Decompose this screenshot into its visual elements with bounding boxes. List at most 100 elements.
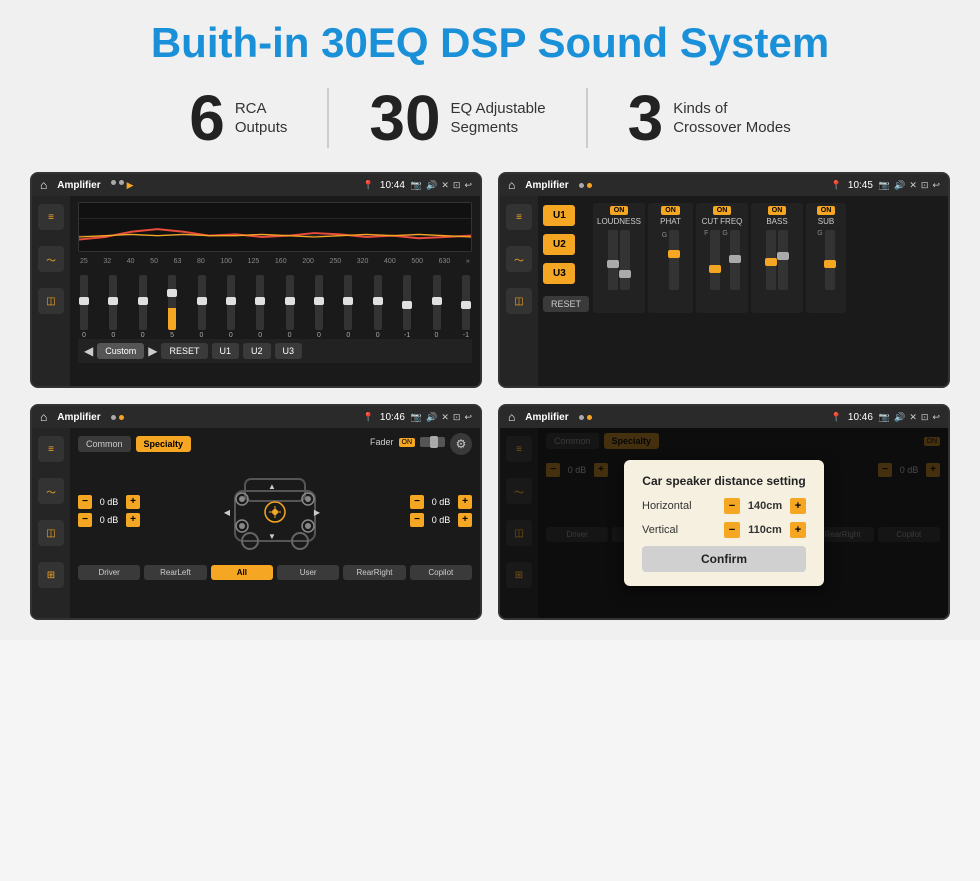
- eq-sidebar-icon-1[interactable]: ≡: [38, 204, 64, 230]
- eq-slider-2[interactable]: 0: [139, 275, 147, 339]
- right-vol2-plus[interactable]: +: [458, 513, 472, 527]
- dialog-title: Car speaker distance setting: [642, 474, 806, 488]
- eq-slider-5[interactable]: 0: [227, 275, 235, 339]
- spec-tab-row: Common Specialty Fader ON ⚙: [78, 433, 472, 455]
- spec-sidebar-icon-3[interactable]: ◫: [38, 520, 64, 546]
- stat-label-crossover: Kinds ofCrossover Modes: [673, 99, 791, 138]
- driver-btn[interactable]: Driver: [78, 565, 140, 580]
- dialog-close-icon: ✕: [909, 412, 917, 423]
- phat-sliders: G: [662, 230, 679, 310]
- phat-slider[interactable]: [669, 230, 679, 290]
- vertical-plus-btn[interactable]: +: [790, 522, 806, 538]
- left-vol2-minus[interactable]: −: [78, 513, 92, 527]
- eq-graph: [78, 202, 472, 252]
- left-vol1-minus[interactable]: −: [78, 495, 92, 509]
- spec-sidebar-icon-2[interactable]: 〜: [38, 478, 64, 504]
- eq-sidebar-icon-2[interactable]: 〜: [38, 246, 64, 272]
- stat-number-crossover: 3: [628, 86, 664, 150]
- cross-reset-btn[interactable]: RESET: [543, 296, 589, 312]
- spec-sidebar-icon-1[interactable]: ≡: [38, 436, 64, 462]
- user-btn[interactable]: User: [277, 565, 339, 580]
- dialog-dot2: [587, 415, 592, 420]
- cross-back-icon: ↩: [932, 180, 940, 191]
- cross-sidebar-icon-1[interactable]: ≡: [506, 204, 532, 230]
- eq-slider-12[interactable]: 0: [433, 275, 441, 339]
- eq-slider-6[interactable]: 0: [256, 275, 264, 339]
- settings-icon[interactable]: ⚙: [450, 433, 472, 455]
- eq-slider-0[interactable]: 0: [80, 275, 88, 339]
- cross-volume-icon: 🔊: [894, 180, 905, 191]
- eq-slider-9[interactable]: 0: [344, 275, 352, 339]
- fader-slider[interactable]: [420, 437, 445, 447]
- sub-slider[interactable]: [825, 230, 835, 290]
- cutfreq-slider-g[interactable]: [730, 230, 740, 290]
- loudness-slider-2[interactable]: [620, 230, 630, 290]
- dialog-camera-icon: 📷: [879, 412, 890, 423]
- screen-specialty: ⌂ Amplifier 📍 10:46 📷 🔊 ✕ ⊡ ↩: [30, 404, 482, 620]
- eq-time: 10:44: [380, 180, 405, 191]
- copilot-btn[interactable]: Copilot: [410, 565, 472, 580]
- eq-app-name: Amplifier: [57, 180, 100, 191]
- eq-slider-13[interactable]: -1: [462, 275, 470, 339]
- u2-btn[interactable]: U2: [243, 343, 271, 359]
- eq-slider-7[interactable]: 0: [286, 275, 294, 339]
- bass-slider-1[interactable]: [766, 230, 776, 290]
- right-vol1-minus[interactable]: −: [410, 495, 424, 509]
- eq-slider-1[interactable]: 0: [109, 275, 117, 339]
- u3-btn[interactable]: U3: [275, 343, 303, 359]
- cutfreq-slider-f[interactable]: [710, 230, 720, 290]
- cross-close-icon: ✕: [909, 180, 917, 191]
- eq-slider-8[interactable]: 0: [315, 275, 323, 339]
- screen-eq: ⌂ Amplifier ▶ 📍 10:44 📷 🔊 ✕ ⊡ ↩: [30, 172, 482, 388]
- svg-text:▲: ▲: [268, 482, 276, 491]
- u1-cross-btn[interactable]: U1: [543, 205, 575, 226]
- confirm-button[interactable]: Confirm: [642, 546, 806, 572]
- spec-sidebar-icon-4[interactable]: ⊞: [38, 562, 64, 588]
- play-icon: ▶: [127, 180, 134, 191]
- bass-slider-2[interactable]: [778, 230, 788, 290]
- left-vol-row-1: − 0 dB +: [78, 495, 140, 509]
- back-icon: ↩: [464, 180, 472, 191]
- eq-sidebar-icon-3[interactable]: ◫: [38, 288, 64, 314]
- cross-app-name: Amplifier: [525, 180, 568, 191]
- u3-cross-btn[interactable]: U3: [543, 263, 575, 284]
- right-vol1-plus[interactable]: +: [458, 495, 472, 509]
- rear-right-btn[interactable]: RearRight: [343, 565, 405, 580]
- eq-slider-10[interactable]: 0: [374, 275, 382, 339]
- loudness-slider-1[interactable]: [608, 230, 618, 290]
- dialog-home-icon: ⌂: [508, 410, 515, 424]
- cross-sidebar-icon-3[interactable]: ◫: [506, 288, 532, 314]
- speaker-layout: − 0 dB + − 0 dB +: [78, 461, 472, 561]
- u2-cross-btn[interactable]: U2: [543, 234, 575, 255]
- vertical-minus-btn[interactable]: −: [724, 522, 740, 538]
- cross-dot2: [587, 183, 592, 188]
- eq-slider-11[interactable]: -1: [403, 275, 411, 339]
- eq-slider-4[interactable]: 0: [198, 275, 206, 339]
- cutfreq-channel: ON CUT FREQ F G: [696, 203, 748, 313]
- loudness-label: LOUDNESS: [597, 217, 641, 226]
- left-vol2-plus[interactable]: +: [126, 513, 140, 527]
- custom-btn[interactable]: Custom: [97, 343, 144, 359]
- left-vol1-plus[interactable]: +: [126, 495, 140, 509]
- eq-slider-3[interactable]: 5: [168, 275, 176, 339]
- cross-sidebar-icon-2[interactable]: 〜: [506, 246, 532, 272]
- cross-home-icon: ⌂: [508, 178, 515, 192]
- common-tab[interactable]: Common: [78, 436, 131, 452]
- all-btn[interactable]: All: [211, 565, 273, 580]
- prev-btn[interactable]: ◀: [84, 344, 93, 358]
- horizontal-plus-btn[interactable]: +: [790, 498, 806, 514]
- bass-sliders: [766, 230, 788, 310]
- right-vol-col: − 0 dB + − 0 dB +: [410, 495, 472, 527]
- spec-dot2: [119, 415, 124, 420]
- reset-btn[interactable]: RESET: [161, 343, 207, 359]
- spec-status-icons: 📷 🔊 ✕ ⊡ ↩: [411, 412, 472, 423]
- horizontal-minus-btn[interactable]: −: [724, 498, 740, 514]
- right-vol2-minus[interactable]: −: [410, 513, 424, 527]
- next-btn[interactable]: ▶: [148, 344, 157, 358]
- dialog-status-bar: ⌂ Amplifier 📍 10:46 📷 🔊 ✕ ⊡ ↩: [500, 406, 948, 428]
- specialty-tab[interactable]: Specialty: [136, 436, 192, 452]
- left-vol2-val: 0 dB: [95, 515, 123, 525]
- spec-close-icon: ✕: [441, 412, 449, 423]
- rear-left-btn[interactable]: RearLeft: [144, 565, 206, 580]
- u1-btn[interactable]: U1: [212, 343, 240, 359]
